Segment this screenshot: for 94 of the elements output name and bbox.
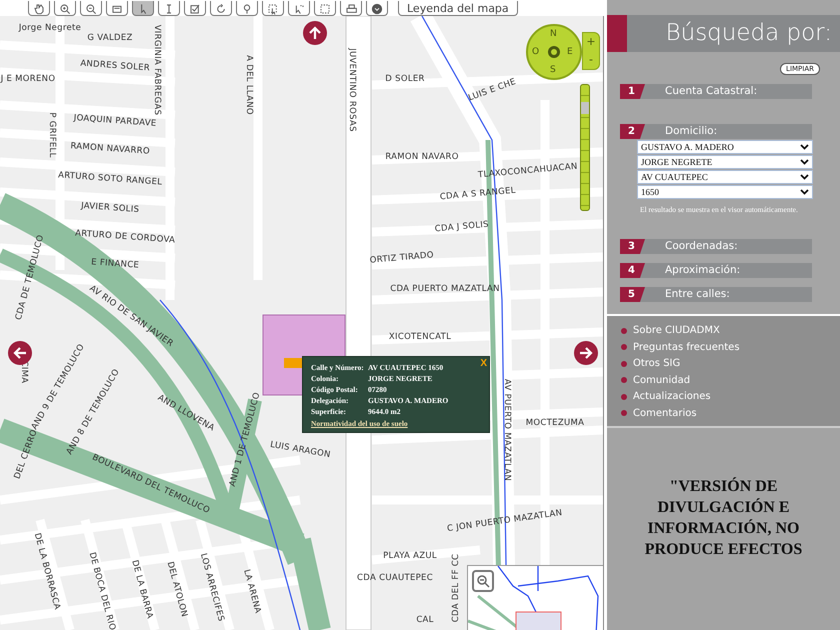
section-header[interactable]: 3 Coordenadas:: [620, 239, 812, 254]
street-label: A DEL LLANO: [244, 55, 254, 115]
street-map[interactable]: [0, 16, 604, 630]
street-label: ORTIZ TIRADO: [369, 250, 434, 266]
street-label: DE LA BARRA: [129, 559, 155, 620]
section-header[interactable]: 5 Entre calles:: [620, 287, 812, 302]
street-label: CDA A S RANGEL: [440, 186, 516, 202]
street-label: VIRGINIA FABREGAS: [152, 24, 162, 116]
section-label: Coordenadas:: [664, 239, 738, 254]
street-label: JUVENTINO ROSAS: [347, 48, 357, 132]
zoom-out-button[interactable]: [472, 570, 494, 592]
street-label: C JON PUERTO MAZATLAN: [446, 508, 563, 534]
tool-button[interactable]: [158, 1, 180, 16]
bullet-icon: [621, 344, 627, 350]
tool-button[interactable]: [366, 1, 388, 16]
section-header[interactable]: 2 Domicilio:: [620, 124, 812, 139]
dropdown-field[interactable]: GUSTAVO A. MADERO: [637, 140, 813, 154]
tool-button[interactable]: [132, 1, 154, 16]
tool-button[interactable]: [54, 1, 76, 16]
tool-button[interactable]: [28, 1, 50, 16]
arrow-icon: [12, 345, 28, 361]
street-label: J E MORENO: [0, 74, 56, 84]
street-label: AV PUERTO MAZATLAN: [502, 378, 512, 482]
street-label: LUIS E CHE: [467, 76, 518, 104]
compass-label: E: [567, 47, 573, 57]
street-label: CDA CUAUTEPEC: [357, 573, 433, 583]
section-label: Aproximación:: [664, 263, 740, 278]
bullet-icon: [621, 328, 627, 334]
tool-button[interactable]: [340, 1, 362, 16]
street-label: Jorge Negrete: [18, 23, 82, 33]
legend-button[interactable]: Leyenda del mapa: [398, 1, 518, 16]
slider-thumb[interactable]: [581, 102, 589, 114]
download-icon: [369, 3, 385, 15]
street-label: DE BOCA DEL RIO: [86, 551, 118, 630]
street-label: D SOLER: [385, 74, 425, 84]
street-label: E FINANCE: [90, 257, 140, 271]
compass-label: O: [532, 47, 540, 57]
tool-button[interactable]: [106, 1, 128, 16]
zoom-out-icon: [476, 574, 490, 588]
street-label: CDA J SOLIS: [434, 220, 490, 234]
compass-label: S: [550, 65, 556, 75]
street-label: ARTURO SOTO RANGEL: [58, 170, 163, 188]
tool-button[interactable]: [80, 1, 102, 16]
tool-button[interactable]: [262, 1, 284, 16]
bullet-icon: [621, 410, 627, 416]
street-label: MOCTEZUMA: [526, 418, 584, 428]
zoom-slider[interactable]: [580, 84, 590, 211]
section-number: 5: [620, 287, 645, 302]
tool-button[interactable]: [236, 1, 258, 16]
marker-tag: [284, 358, 304, 368]
arrow-icon: [578, 345, 594, 361]
section-number: 4: [620, 263, 645, 278]
zoom-out-button[interactable]: -: [583, 51, 599, 69]
street-label: RAMON NAVARO: [385, 152, 459, 162]
street-label: CDA PUERTO MAZATLAN: [390, 284, 500, 294]
section-number: 3: [620, 239, 645, 254]
street-label: XICOTENCATL: [388, 332, 452, 342]
dropdown-field[interactable]: 1650: [637, 185, 813, 199]
compass-label: N: [550, 29, 557, 39]
section-number: 2: [620, 124, 645, 139]
street-label: PLAYA AZUL: [383, 551, 437, 561]
zoom-in-button[interactable]: +: [583, 33, 599, 51]
section-header[interactable]: 4 Aproximación:: [620, 263, 812, 278]
dropdown-field[interactable]: AV CUAUTEPEC: [637, 170, 813, 184]
street-label: RAMON NAVARRO: [70, 141, 150, 157]
tool-button[interactable]: [288, 1, 310, 16]
street-label: P GRIFELL: [47, 112, 57, 158]
header-accent: [607, 15, 627, 52]
section-number: 1: [620, 84, 645, 99]
street-label: G VALDEZ: [87, 33, 133, 43]
tool-button[interactable]: [184, 1, 206, 16]
disclaimer-text: "VERSIÓN DE DIVULGACIÓN E INFORMACIÓN, NO PRODUCE EFECTOS: [644, 476, 804, 560]
bullet-icon: [621, 394, 627, 400]
street-label: CAL: [416, 615, 434, 625]
target-icon: [547, 45, 561, 59]
section-label: Cuenta Catastral:: [664, 84, 758, 99]
tool-button[interactable]: [314, 1, 336, 16]
panel-title: Búsqueda por:: [664, 19, 833, 48]
section-label: Entre calles:: [664, 287, 730, 302]
section-label: Domicilio:: [664, 124, 718, 139]
street-label: ANDRES SOLER: [80, 58, 150, 74]
section-header[interactable]: 1 Cuenta Catastral:: [620, 84, 812, 99]
bullet-icon: [621, 360, 627, 367]
street-label: JOAQUIN PARDAVE: [73, 113, 157, 129]
dropdown-field[interactable]: JORGE NEGRETE: [637, 155, 813, 169]
arrow-icon: [307, 25, 323, 41]
bullet-icon: [621, 377, 627, 384]
close-button[interactable]: X: [480, 358, 487, 369]
street-label: ARTURO DE CORDOVA: [74, 228, 176, 246]
street-label: LA ARENA: [241, 568, 263, 615]
tool-button[interactable]: [210, 1, 232, 16]
street-label: JAVIER SOLIS: [80, 200, 140, 216]
street-label: LUIS ARAGON: [269, 440, 332, 460]
street-label: CDA DEL FF CC: [451, 554, 461, 622]
